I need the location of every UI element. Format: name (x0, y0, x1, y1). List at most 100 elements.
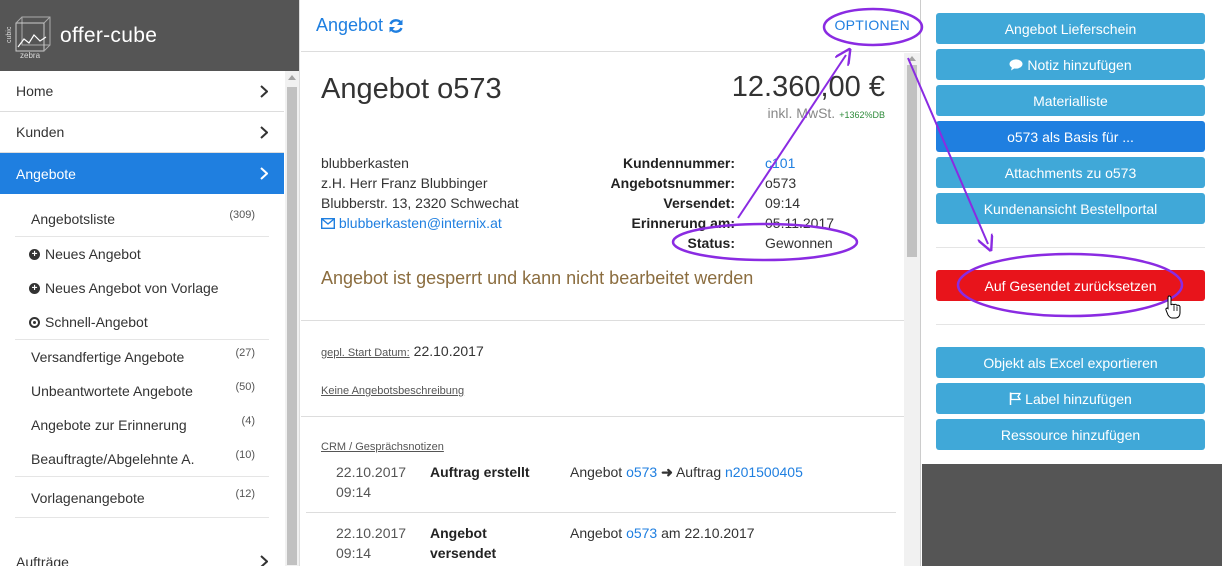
sub-item-label: Unbeantwortete Angebote (31, 383, 193, 399)
sub-item-vorlagenangebote[interactable]: Vorlagenangebote (12) (15, 481, 269, 515)
button-label: Objekt als Excel exportieren (983, 354, 1158, 371)
customer-number-link[interactable]: c101 (735, 153, 795, 173)
sub-item-erinnerung[interactable]: Angebote zur Erinnerung (4) (15, 408, 269, 442)
submenu-angebote: Angebotsliste (309) + Neues Angebot + Ne… (0, 194, 284, 518)
tax-label: inkl. MwSt. (767, 105, 836, 121)
button-label: o573 als Basis für ... (1007, 128, 1134, 145)
sidebar-scrollbar[interactable] (285, 71, 299, 566)
offer-number: o573 (765, 175, 797, 191)
sub-item-neues-angebot[interactable]: + Neues Angebot (15, 237, 269, 271)
add-label-button[interactable]: Label hinzufügen (936, 383, 1205, 414)
logo-cube-icon: cubic zebra (6, 13, 56, 60)
sub-item-angebotsliste[interactable]: Angebotsliste (309) (15, 202, 269, 236)
crm-text: am 22.10.2017 (661, 525, 755, 541)
description-link[interactable]: Keine Angebotsbeschreibung (321, 381, 464, 397)
info-label: Versendet: (663, 195, 735, 211)
crm-date: 22.10.2017 09:14 (336, 523, 426, 563)
company-name: blubberkasten (321, 155, 409, 171)
sub-item-label: Angebote zur Erinnerung (31, 417, 187, 433)
crm-date-time: 09:14 (336, 484, 372, 500)
crm-event-line: Angebot (430, 525, 487, 541)
nav-item-home[interactable]: Home (0, 71, 284, 112)
material-list-button[interactable]: Materialliste (936, 85, 1205, 116)
tax-note: inkl. MwSt. +1362%DB (768, 105, 885, 121)
export-excel-button[interactable]: Objekt als Excel exportieren (936, 347, 1205, 378)
offer-info-table: Kundennummer: c101 Angebotsnummer: o573 … (571, 153, 834, 253)
base-for-button[interactable]: o573 als Basis für ... (936, 121, 1205, 152)
sub-item-label: Beauftragte/Abgelehnte A. (31, 451, 195, 467)
divider (936, 247, 1205, 248)
divider (936, 324, 1205, 325)
sent-time: 09:14 (765, 195, 801, 211)
logo-small-bottom: zebra (20, 50, 41, 60)
crm-event: Angebot versendet (430, 523, 550, 563)
crm-text: Angebot (570, 464, 623, 480)
info-label: Status: (687, 235, 735, 251)
sub-item-schnell-angebot[interactable]: Schnell-Angebot (15, 305, 269, 339)
start-date: gepl. Start Datum: 22.10.2017 (321, 343, 484, 359)
divider (306, 512, 896, 513)
crm-event-line: versendet (430, 545, 497, 561)
sub-item-label: Versandfertige Angebote (31, 349, 185, 365)
status-value: Gewonnen (765, 235, 833, 251)
nav-item-auftraege[interactable]: Aufträge (0, 541, 284, 566)
scrollbar-thumb[interactable] (907, 65, 917, 257)
info-row-reminder: Erinnerung am: 05.11.2017 (571, 213, 835, 233)
envelope-icon (320, 217, 336, 230)
nav-item-label: Angebote (16, 165, 76, 182)
crm-title-label: CRM / Gesprächsnotizen (321, 441, 444, 453)
chevron-right-icon (260, 167, 268, 180)
crm-description: Angebot o573 ➜ Auftrag n201500405 (570, 462, 803, 482)
divider (15, 517, 269, 518)
customer-portal-button[interactable]: Kundenansicht Bestellportal (936, 193, 1205, 224)
scroll-up-arrow-icon[interactable] (288, 75, 296, 80)
scroll-up-arrow-icon[interactable] (908, 56, 916, 61)
crm-date-day: 22.10.2017 (336, 525, 407, 541)
sub-item-beauftragte[interactable]: Beauftragte/Abgelehnte A. (10) (15, 442, 269, 476)
crm-date-day: 22.10.2017 (336, 464, 407, 480)
count-badge: (12) (235, 488, 255, 500)
chevron-right-icon (260, 85, 268, 98)
order-link[interactable]: n201500405 (725, 464, 803, 480)
logo-bar: cubic zebra offer-cube (0, 0, 299, 71)
add-note-button[interactable]: Notiz hinzufügen (936, 49, 1205, 80)
attachments-button[interactable]: Attachments zu o573 (936, 157, 1205, 188)
actions-panel-body: Angebot Lieferschein Notiz hinzufügen Ma… (922, 0, 1222, 464)
crm-text: Angebot (570, 525, 623, 541)
email-link[interactable]: blubberkasten@internix.at (320, 213, 519, 233)
crm-title[interactable]: CRM / Gesprächsnotizen (321, 437, 444, 453)
offer-link[interactable]: o573 (626, 525, 657, 541)
count-badge: (309) (229, 209, 255, 221)
flag-icon (1009, 392, 1022, 405)
start-date-value: 22.10.2017 (413, 343, 484, 359)
street-address: Blubberstr. 13, 2320 Schwechat (321, 195, 519, 211)
offer-link[interactable]: o573 (626, 464, 657, 480)
actions-panel: Angebot Lieferschein Notiz hinzufügen Ma… (922, 0, 1222, 566)
divider (15, 476, 269, 477)
nav-item-label: Kunden (16, 124, 65, 140)
refresh-icon[interactable] (388, 18, 404, 34)
crm-date-time: 09:14 (336, 545, 372, 561)
chevron-right-icon (260, 555, 268, 566)
comment-icon (1009, 58, 1023, 70)
nav-item-kunden[interactable]: Kunden (0, 112, 284, 153)
info-label: Angebotsnummer: (610, 175, 735, 191)
info-label: Kundennummer: (623, 155, 735, 171)
email-text: blubberkasten@internix.at (338, 215, 502, 231)
sub-item-unbeantwortete[interactable]: Unbeantwortete Angebote (50) (15, 374, 269, 408)
reset-to-sent-button[interactable]: Auf Gesendet zurücksetzen (936, 270, 1205, 301)
app-name: offer-cube (60, 23, 158, 47)
nav-item-angebote[interactable]: Angebote (0, 153, 284, 194)
options-link[interactable]: OPTIONEN (834, 17, 910, 33)
sub-item-label: Angebotsliste (31, 211, 116, 227)
sub-item-label: Schnell-Angebot (45, 314, 148, 330)
contact-name: z.H. Herr Franz Blubbinger (321, 175, 488, 191)
delivery-note-button[interactable]: Angebot Lieferschein (936, 13, 1205, 44)
sub-item-neues-angebot-vorlage[interactable]: + Neues Angebot von Vorlage (15, 271, 269, 305)
add-resource-button[interactable]: Ressource hinzufügen (936, 419, 1205, 450)
scrollbar-thumb[interactable] (287, 87, 297, 565)
plus-circle-icon: + (29, 248, 40, 260)
main-scrollbar[interactable] (904, 53, 920, 566)
sub-item-versandfertige[interactable]: Versandfertige Angebote (27) (15, 340, 269, 374)
crm-text: Auftrag (675, 464, 722, 480)
